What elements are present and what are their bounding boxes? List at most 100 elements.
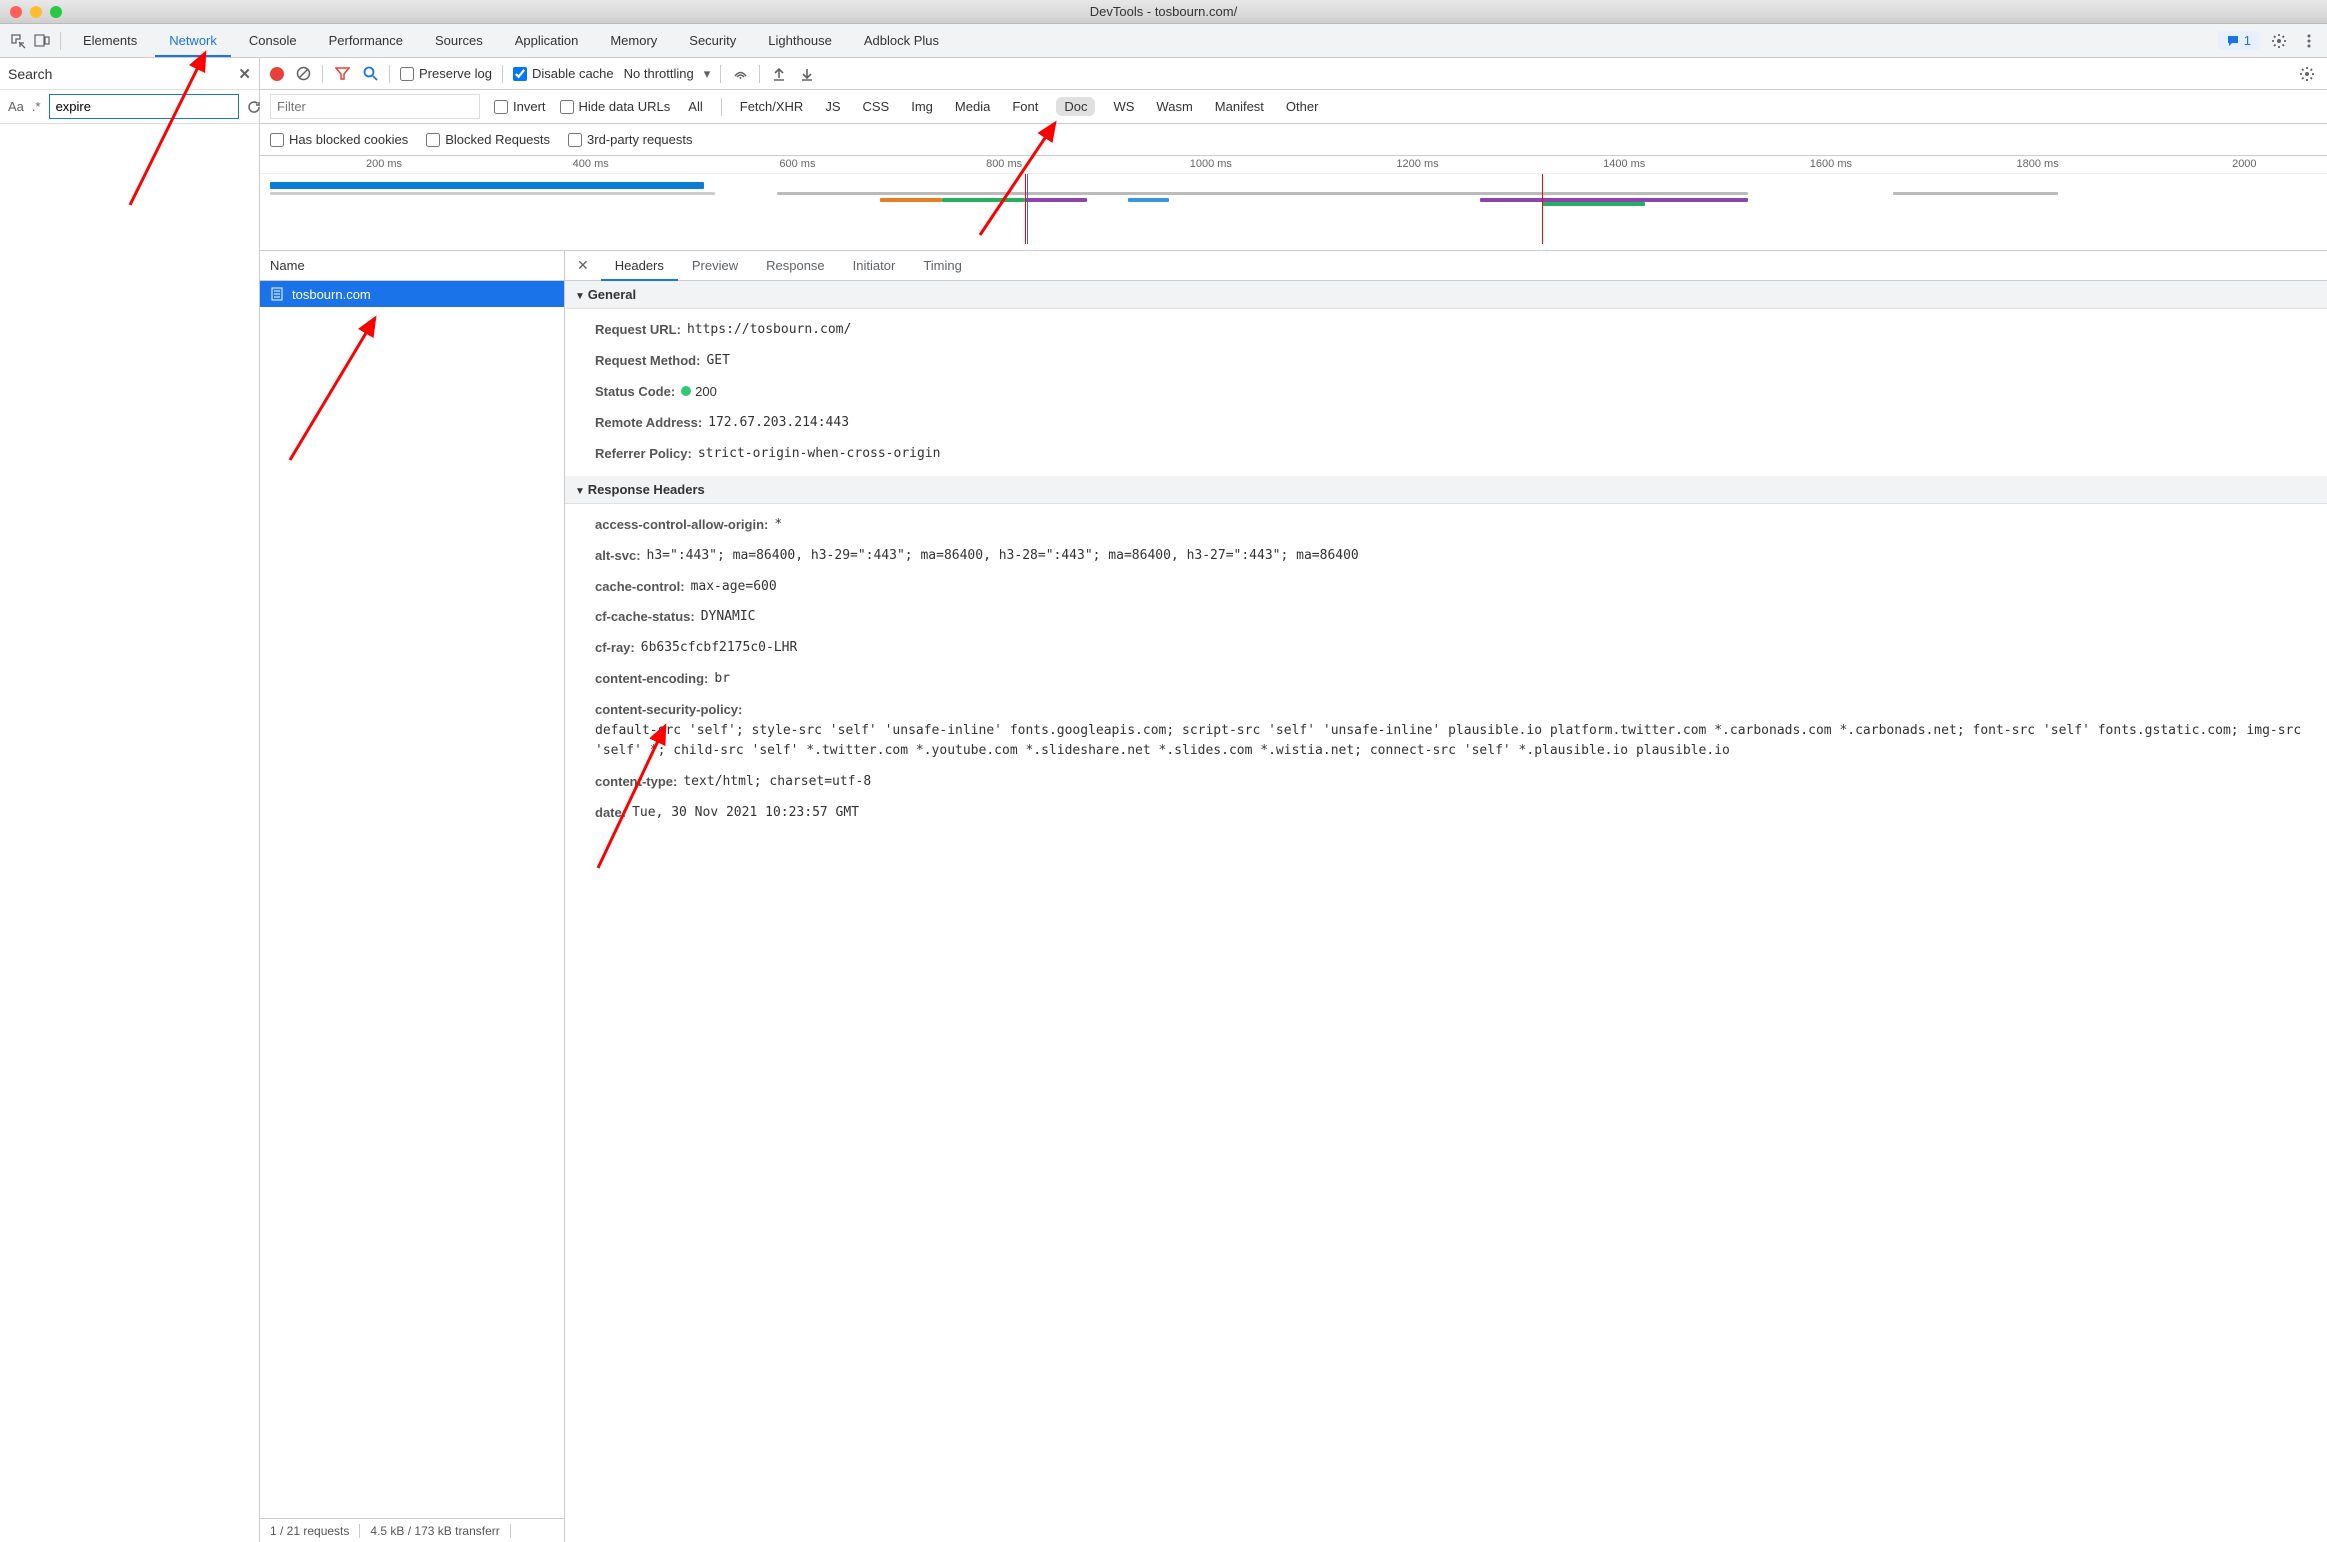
download-icon[interactable]: [798, 65, 816, 83]
tab-memory[interactable]: Memory: [596, 25, 671, 56]
clear-icon[interactable]: [294, 65, 312, 83]
tab-sources[interactable]: Sources: [421, 25, 497, 56]
throttling-select[interactable]: No throttling: [624, 66, 694, 81]
more-icon[interactable]: [2299, 31, 2319, 51]
request-name: tosbourn.com: [292, 287, 371, 302]
titlebar: DevTools - tosbourn.com/: [0, 0, 2327, 24]
tab-application[interactable]: Application: [501, 25, 593, 56]
tab-console[interactable]: Console: [235, 25, 311, 56]
header-key: cf-ray:: [595, 638, 635, 659]
regex-toggle[interactable]: .*: [32, 99, 41, 114]
header-key: access-control-allow-origin:: [595, 515, 768, 536]
value-request-method: GET: [706, 351, 729, 372]
gear-icon[interactable]: [2297, 64, 2317, 84]
tab-security[interactable]: Security: [675, 25, 750, 56]
settings-icon[interactable]: [2269, 31, 2289, 51]
filter-type-fetchxhr[interactable]: Fetch/XHR: [736, 97, 808, 116]
third-party-checkbox[interactable]: 3rd-party requests: [568, 132, 693, 147]
filter-type-font[interactable]: Font: [1008, 97, 1042, 116]
record-button[interactable]: [270, 67, 284, 81]
refresh-icon[interactable]: [247, 97, 261, 117]
timeline-tick: 400 ms: [573, 158, 609, 170]
network-panel: Preserve log Disable cache No throttling…: [260, 58, 2327, 1542]
upload-icon[interactable]: [770, 65, 788, 83]
dtab-headers[interactable]: Headers: [601, 251, 678, 280]
timeline-tick: 600 ms: [779, 158, 815, 170]
timeline-overview[interactable]: 200 ms400 ms600 ms800 ms1000 ms1200 ms14…: [260, 156, 2327, 251]
hide-data-urls-checkbox[interactable]: Hide data URLs: [560, 99, 671, 114]
timeline-tick: 1400 ms: [1603, 158, 1645, 170]
header-value: max-age=600: [691, 577, 777, 598]
minimize-window-button[interactable]: [30, 6, 42, 18]
filter-type-css[interactable]: CSS: [859, 97, 894, 116]
tab-performance[interactable]: Performance: [315, 25, 417, 56]
status-requests: 1 / 21 requests: [260, 1524, 360, 1538]
filter-type-media[interactable]: Media: [951, 97, 994, 116]
filter-type-other[interactable]: Other: [1282, 97, 1323, 116]
has-blocked-cookies-checkbox[interactable]: Has blocked cookies: [270, 132, 408, 147]
filter-type-wasm[interactable]: Wasm: [1152, 97, 1196, 116]
header-value: default-src 'self'; style-src 'self' 'un…: [595, 721, 2317, 763]
filter-type-ws[interactable]: WS: [1109, 97, 1138, 116]
filter-icon[interactable]: [333, 65, 351, 83]
network-conditions-icon[interactable]: [731, 65, 749, 83]
separator: [721, 98, 722, 116]
header-key: content-security-policy:: [595, 700, 742, 721]
issues-count: 1: [2244, 33, 2251, 48]
value-remote-address: 172.67.203.214:443: [708, 413, 849, 434]
section-response-headers[interactable]: Response Headers: [565, 476, 2327, 504]
label-request-url: Request URL:: [595, 320, 681, 341]
timeline-tick: 1600 ms: [1810, 158, 1852, 170]
disable-cache-checkbox[interactable]: Disable cache: [513, 66, 614, 81]
inspect-icon[interactable]: [8, 31, 28, 51]
separator: [720, 65, 721, 83]
filter-type-doc[interactable]: Doc: [1056, 97, 1095, 116]
search-input[interactable]: [49, 94, 239, 119]
dtab-initiator[interactable]: Initiator: [839, 251, 910, 280]
close-details-icon[interactable]: ✕: [565, 257, 601, 274]
header-key: content-type:: [595, 772, 677, 793]
header-value: *: [774, 515, 782, 536]
value-request-url: https://tosbourn.com/: [687, 320, 851, 341]
case-sensitive-toggle[interactable]: Aa: [8, 99, 24, 114]
separator: [60, 32, 61, 50]
tab-elements[interactable]: Elements: [69, 25, 151, 56]
section-general[interactable]: General: [565, 281, 2327, 309]
tab-adblock[interactable]: Adblock Plus: [850, 25, 953, 56]
chevron-down-icon[interactable]: ▾: [704, 66, 711, 82]
close-icon[interactable]: ✕: [238, 65, 251, 83]
timeline-tick: 2000: [2232, 158, 2256, 170]
invert-checkbox[interactable]: Invert: [494, 99, 546, 114]
timeline-tick: 1200 ms: [1396, 158, 1438, 170]
dtab-response[interactable]: Response: [752, 251, 839, 280]
filter-type-img[interactable]: Img: [907, 97, 937, 116]
filter-input[interactable]: [270, 94, 480, 119]
header-value: DYNAMIC: [701, 607, 756, 628]
label-request-method: Request Method:: [595, 351, 700, 372]
filter-type-all[interactable]: All: [684, 97, 706, 116]
list-header-name[interactable]: Name: [260, 251, 564, 281]
preserve-log-checkbox[interactable]: Preserve log: [400, 66, 492, 81]
header-value: text/html; charset=utf-8: [683, 772, 871, 793]
tab-network[interactable]: Network: [155, 25, 231, 56]
window-title: DevTools - tosbourn.com/: [1090, 4, 1237, 19]
separator: [502, 65, 503, 83]
filter-type-js[interactable]: JS: [821, 97, 844, 116]
label-remote-address: Remote Address:: [595, 413, 702, 434]
device-toggle-icon[interactable]: [32, 31, 52, 51]
maximize-window-button[interactable]: [50, 6, 62, 18]
issues-button[interactable]: 1: [2218, 31, 2259, 50]
dtab-timing[interactable]: Timing: [909, 251, 976, 280]
blocked-requests-checkbox[interactable]: Blocked Requests: [426, 132, 550, 147]
close-window-button[interactable]: [10, 6, 22, 18]
filter-bar: Invert Hide data URLs All Fetch/XHR JS C…: [260, 90, 2327, 124]
search-icon[interactable]: [361, 65, 379, 83]
header-key: content-encoding:: [595, 669, 708, 690]
details-panel: ✕ Headers Preview Response Initiator Tim…: [565, 251, 2327, 1542]
header-value: br: [714, 669, 730, 690]
separator: [389, 65, 390, 83]
filter-type-manifest[interactable]: Manifest: [1211, 97, 1268, 116]
request-row[interactable]: tosbourn.com: [260, 281, 564, 307]
tab-lighthouse[interactable]: Lighthouse: [754, 25, 846, 56]
dtab-preview[interactable]: Preview: [678, 251, 752, 280]
